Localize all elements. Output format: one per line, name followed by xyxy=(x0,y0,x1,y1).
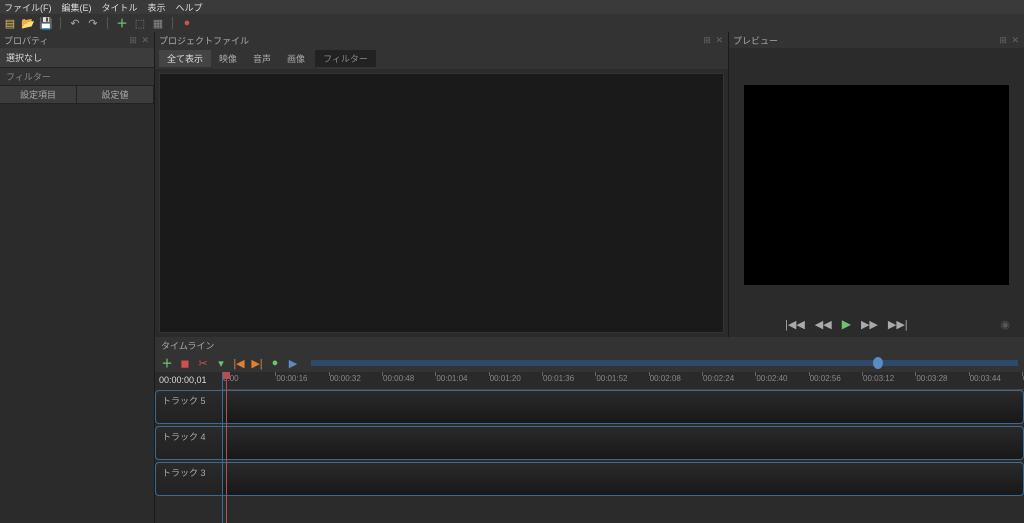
tab-audio[interactable]: 音声 xyxy=(245,50,279,67)
panel-controls-icon[interactable]: ⊞ ✕ xyxy=(703,35,724,46)
menu-edit[interactable]: 編集(E) xyxy=(62,1,92,14)
project-filter-input[interactable]: フィルター xyxy=(315,50,376,67)
next-marker-icon[interactable]: ▶| xyxy=(251,357,263,369)
ripple-icon[interactable]: ▶ xyxy=(287,357,299,369)
menu-title[interactable]: タイトル xyxy=(102,1,138,14)
project-panel: プロジェクトファイル ⊞ ✕ 全て表示 映像 音声 画像 フィルター xyxy=(155,32,729,337)
cut-icon[interactable]: ✂ xyxy=(197,357,209,369)
timeline-track-headers: 00:00:00,01 トラック 5 トラック 4 トラック 3 xyxy=(155,372,223,523)
ruler-tick: 00:03:44 xyxy=(970,374,1001,383)
track-header[interactable]: トラック 3 xyxy=(155,462,222,496)
playhead[interactable] xyxy=(226,372,227,523)
forward-icon[interactable]: ▶▶ xyxy=(861,318,878,331)
ruler-tick: 00:01:52 xyxy=(596,374,627,383)
timecode-display[interactable]: 00:00:00,01 xyxy=(155,372,222,390)
zoom-handle[interactable] xyxy=(873,357,883,369)
timeline-toolbar: ＋ ◼ ✂ ▾ |◀ ▶| ● ▶ xyxy=(155,354,1024,372)
track-header[interactable]: トラック 5 xyxy=(155,390,222,424)
snap-icon[interactable]: ◼ xyxy=(179,357,191,369)
properties-panel: プロパティ ⊞ ✕ 選択なし フィルター 設定項目 設定値 xyxy=(0,32,155,523)
ruler-tick: 00:00:16 xyxy=(276,374,307,383)
properties-columns: 設定項目 設定値 xyxy=(0,86,154,104)
menubar: ファイル(F) 編集(E) タイトル 表示 ヘルプ xyxy=(0,0,1024,14)
ruler-tick: 00:02:56 xyxy=(810,374,841,383)
undo-icon[interactable]: ↶ xyxy=(69,17,81,29)
preview-panel: プレビュー ⊞ ✕ |◀◀ ◀◀ ▶ ▶▶ ▶▶| ◉ xyxy=(729,32,1024,337)
panel-controls-icon[interactable]: ⊞ ✕ xyxy=(999,35,1020,46)
ruler-tick: 00:02:24 xyxy=(703,374,734,383)
ruler-tick: 00:02:08 xyxy=(650,374,681,383)
track-header[interactable]: トラック 4 xyxy=(155,426,222,460)
snapshot-icon[interactable]: ◉ xyxy=(1000,318,1010,331)
zoom-scrubber[interactable] xyxy=(311,360,1018,366)
timeline-ruler[interactable]: 0.0000:00:1600:00:3200:00:4800:01:0400:0… xyxy=(223,372,1024,390)
preview-title: プレビュー xyxy=(733,34,778,47)
preview-controls: |◀◀ ◀◀ ▶ ▶▶ ▶▶| ◉ xyxy=(729,311,1024,337)
add-track-icon[interactable]: ＋ xyxy=(161,357,173,369)
preview-panel-header: プレビュー ⊞ ✕ xyxy=(729,32,1024,48)
project-panel-header: プロジェクトファイル ⊞ ✕ xyxy=(155,32,728,48)
tab-image[interactable]: 画像 xyxy=(279,50,313,67)
properties-title: プロパティ xyxy=(4,34,48,47)
ruler-tick: 00:02:40 xyxy=(756,374,787,383)
ruler-tick: 00:03:12 xyxy=(863,374,894,383)
prev-marker-icon[interactable]: |◀ xyxy=(233,357,245,369)
timeline-tracks-area[interactable]: 0.0000:00:1600:00:3200:00:4800:01:0400:0… xyxy=(223,372,1024,523)
project-tabs: 全て表示 映像 音声 画像 フィルター xyxy=(155,48,728,69)
center-playhead-icon[interactable]: ● xyxy=(269,357,281,369)
menu-help[interactable]: ヘルプ xyxy=(176,1,203,14)
image-icon[interactable]: ▦ xyxy=(152,17,164,29)
prop-col-value: 設定値 xyxy=(77,86,154,103)
track-lane[interactable] xyxy=(223,390,1024,424)
play-icon[interactable]: ▶ xyxy=(842,317,851,331)
marker-icon[interactable]: ▾ xyxy=(215,357,227,369)
tab-all[interactable]: 全て表示 xyxy=(159,50,211,67)
rewind-icon[interactable]: ◀◀ xyxy=(815,318,832,331)
properties-panel-header: プロパティ ⊞ ✕ xyxy=(0,32,154,48)
panel-controls-icon[interactable]: ⊞ ✕ xyxy=(129,35,150,46)
main-toolbar: ▤ 📂 💾 ↶ ↷ ＋ ⬚ ▦ ● xyxy=(0,14,1024,32)
new-file-icon[interactable]: ▤ xyxy=(4,17,16,29)
selection-label: 選択なし xyxy=(0,48,154,68)
plus-icon[interactable]: ＋ xyxy=(116,17,128,29)
project-files-area[interactable] xyxy=(159,73,724,333)
save-icon[interactable]: 💾 xyxy=(40,17,52,29)
ruler-tick: 00:01:04 xyxy=(436,374,467,383)
menu-view[interactable]: 表示 xyxy=(148,1,166,14)
open-icon[interactable]: 📂 xyxy=(22,17,34,29)
export-red-icon[interactable]: ● xyxy=(181,17,193,29)
properties-filter[interactable]: フィルター xyxy=(0,68,154,86)
ruler-tick: 00:01:36 xyxy=(543,374,574,383)
import-icon[interactable]: ⬚ xyxy=(134,17,146,29)
redo-icon[interactable]: ↷ xyxy=(87,17,99,29)
tab-video[interactable]: 映像 xyxy=(211,50,245,67)
track-lane[interactable] xyxy=(223,462,1024,496)
menu-file[interactable]: ファイル(F) xyxy=(4,1,52,14)
preview-video[interactable] xyxy=(744,85,1009,285)
jump-start-icon[interactable]: |◀◀ xyxy=(785,318,805,331)
project-title: プロジェクトファイル xyxy=(159,34,249,47)
ruler-tick: 00:01:20 xyxy=(490,374,521,383)
prop-col-key: 設定項目 xyxy=(0,86,77,103)
ruler-tick: 00:00:48 xyxy=(383,374,414,383)
track-lane[interactable] xyxy=(223,426,1024,460)
ruler-tick: 00:00:32 xyxy=(330,374,361,383)
timeline-panel: タイムライン ＋ ◼ ✂ ▾ |◀ ▶| ● ▶ 00:00:00,01 トラッ… xyxy=(155,337,1024,523)
timeline-title: タイムライン xyxy=(155,337,1024,354)
jump-end-icon[interactable]: ▶▶| xyxy=(888,318,908,331)
ruler-tick: 00:03:28 xyxy=(916,374,947,383)
preview-area xyxy=(729,48,1024,311)
